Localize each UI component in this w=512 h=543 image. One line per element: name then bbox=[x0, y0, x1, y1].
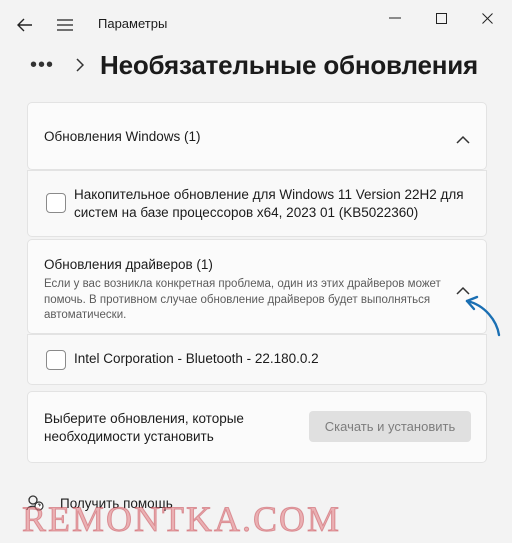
install-panel: Выберите обновления, которые необходимос… bbox=[27, 391, 487, 463]
driver-updates-label: Обновления драйверов (1) bbox=[44, 257, 213, 272]
windows-updates-header[interactable]: Обновления Windows (1) bbox=[27, 102, 487, 170]
windows-update-checkbox[interactable] bbox=[46, 193, 66, 213]
title-bar: Параметры bbox=[0, 0, 512, 48]
install-prompt: Выберите обновления, которые необходимос… bbox=[44, 411, 244, 444]
driver-update-label: Intel Corporation - Bluetooth - 22.180.0… bbox=[74, 351, 319, 366]
driver-updates-header[interactable]: Обновления драйверов (1) Если у вас возн… bbox=[27, 239, 487, 334]
list-item-windows-update: Накопительное обновление для Windows 11 … bbox=[27, 170, 487, 237]
driver-update-checkbox[interactable] bbox=[46, 350, 66, 370]
back-arrow-icon[interactable] bbox=[14, 14, 36, 36]
close-icon[interactable] bbox=[464, 6, 510, 30]
maximize-icon[interactable] bbox=[418, 6, 464, 30]
list-item-driver-update: Intel Corporation - Bluetooth - 22.180.0… bbox=[27, 334, 487, 385]
chevron-right-icon bbox=[76, 58, 88, 72]
annotation-arrow-icon bbox=[465, 295, 501, 337]
help-person-icon bbox=[26, 494, 44, 512]
more-breadcrumb-button[interactable]: ••• bbox=[30, 54, 54, 77]
breadcrumb: ••• Необязательные обновления bbox=[0, 44, 512, 90]
windows-updates-label: Обновления Windows (1) bbox=[44, 129, 201, 144]
get-help-label: Получить помощь bbox=[60, 496, 173, 511]
page-title: Необязательные обновления bbox=[100, 50, 478, 80]
chevron-up-icon[interactable] bbox=[456, 132, 470, 144]
driver-updates-description: Если у вас возникла конкретная проблема,… bbox=[44, 278, 441, 321]
download-install-button[interactable]: Скачать и установить bbox=[309, 411, 471, 442]
windows-update-label: Накопительное обновление для Windows 11 … bbox=[74, 187, 464, 220]
minimize-icon[interactable] bbox=[372, 6, 418, 30]
window-title: Параметры bbox=[98, 16, 168, 31]
hamburger-menu-icon[interactable] bbox=[54, 14, 76, 36]
